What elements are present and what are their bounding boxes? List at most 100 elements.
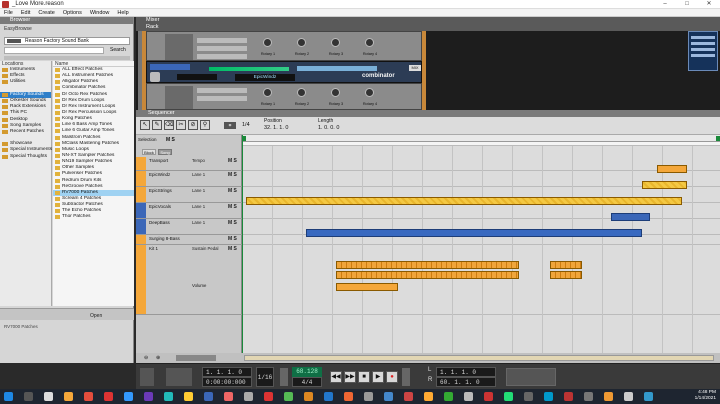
arrangement-lane[interactable] xyxy=(242,157,720,171)
app-icon[interactable] xyxy=(324,392,333,401)
menu-help[interactable]: Help xyxy=(113,9,132,17)
timeline-ruler[interactable] xyxy=(242,135,720,142)
click-panel[interactable] xyxy=(140,368,154,386)
sequencer-clip[interactable] xyxy=(306,229,642,237)
lane-name[interactable]: Lane 1 xyxy=(192,172,205,177)
sequencer-clip[interactable] xyxy=(657,165,687,173)
rack-device-lower[interactable]: Rotary 1 Rotary 2 Rotary 3 Rotary 4 xyxy=(146,83,422,110)
app-icon[interactable] xyxy=(204,392,213,401)
app-icon[interactable] xyxy=(484,392,493,401)
track-name[interactable]: Kit 1 xyxy=(149,246,158,251)
eraser-tool-icon[interactable]: ⌫ xyxy=(164,120,174,130)
maximize-button[interactable]: □ xyxy=(676,0,698,9)
play-button[interactable]: ▶ xyxy=(372,371,384,383)
sequencer-clip[interactable] xyxy=(246,197,682,205)
rewind-button[interactable]: ◀◀ xyxy=(330,371,342,383)
magnify-tool-icon[interactable]: ⚲ xyxy=(200,120,210,130)
rotary-knob[interactable] xyxy=(297,88,306,97)
loop-right-display[interactable]: 60. 1. 1. 0 xyxy=(436,377,496,387)
app-icon[interactable] xyxy=(124,392,133,401)
sequencer-clip[interactable] xyxy=(642,181,687,189)
app-icon[interactable] xyxy=(644,392,653,401)
rotary-knob[interactable] xyxy=(263,38,272,47)
loop-left-display[interactable]: 1. 1. 1. 0 xyxy=(436,367,496,377)
length-value[interactable]: 1. 0. 0. 0 xyxy=(318,125,339,131)
lane-name[interactable]: Lane 1 xyxy=(192,220,205,225)
loop-right-marker[interactable] xyxy=(716,136,720,141)
arrangement-view[interactable] xyxy=(242,135,720,353)
search-button[interactable]: Search xyxy=(110,47,126,53)
master-mute-solo[interactable]: M S xyxy=(166,137,175,143)
track-lane[interactable]: EpicStrings Lane 1 M S xyxy=(136,187,242,203)
app-icon[interactable] xyxy=(104,392,113,401)
sequencer-clip[interactable] xyxy=(550,271,582,279)
snap-toggle[interactable]: ⌗ xyxy=(224,122,236,129)
loop-toggle[interactable] xyxy=(402,368,410,386)
app-icon[interactable] xyxy=(404,392,413,401)
razor-tool-icon[interactable]: ✂ xyxy=(176,120,186,130)
rotary-knob[interactable] xyxy=(365,88,374,97)
track-lane[interactable]: Transport Tempo M S xyxy=(136,157,242,171)
arrangement-lane[interactable] xyxy=(242,245,720,315)
menu-options[interactable]: Options xyxy=(59,9,86,17)
sound-bank-selector[interactable]: Reason Factory Sound Bank xyxy=(4,37,130,45)
sequencer-clip[interactable] xyxy=(336,261,519,269)
menu-file[interactable]: File xyxy=(0,9,17,17)
arrow-tool-icon[interactable]: ↖ xyxy=(140,120,150,130)
horizontal-overview[interactable] xyxy=(244,355,714,361)
app-icon[interactable] xyxy=(604,392,613,401)
track-lane[interactable]: Surging 8-Bass M S xyxy=(136,235,242,245)
app-icon[interactable] xyxy=(144,392,153,401)
patch-name-display[interactable]: EpicWindz xyxy=(235,74,295,81)
track-lane[interactable]: EpicWindz Lane 1 M S xyxy=(136,171,242,187)
tempo-display[interactable]: 68.128 xyxy=(292,367,322,377)
rack-navigator[interactable] xyxy=(688,31,718,71)
track-name[interactable]: EpicVocals xyxy=(149,204,171,209)
sequencer-clip[interactable] xyxy=(550,261,582,269)
app-icon[interactable] xyxy=(624,392,633,401)
pencil-tool-icon[interactable]: ✎ xyxy=(152,120,162,130)
track-lane[interactable]: Kit 1 Sustain Pedal M S xyxy=(136,245,242,315)
position-value[interactable]: 32. 1. 1. 0 xyxy=(264,125,288,131)
app-icon[interactable] xyxy=(464,392,473,401)
quantize-value[interactable]: 1/16 xyxy=(256,367,274,387)
mute-solo-buttons[interactable]: M S xyxy=(228,188,237,194)
app-icon[interactable] xyxy=(524,392,533,401)
app-icon[interactable] xyxy=(364,392,373,401)
track-name[interactable]: Surging 8-Bass xyxy=(149,236,180,241)
mute-solo-buttons[interactable]: M S xyxy=(228,220,237,226)
app-icon[interactable] xyxy=(164,392,173,401)
automation-lane-label[interactable]: Volume xyxy=(192,283,206,288)
app-icon[interactable] xyxy=(344,392,353,401)
app-icon[interactable] xyxy=(224,392,233,401)
app-icon[interactable] xyxy=(284,392,293,401)
app-icon[interactable] xyxy=(384,392,393,401)
track-lane[interactable]: EpicVocals Lane 1 M S xyxy=(136,203,242,219)
loop-ruler[interactable] xyxy=(242,142,720,146)
explorer-icon[interactable] xyxy=(64,392,73,401)
app-icon[interactable] xyxy=(184,392,193,401)
search-icon[interactable] xyxy=(24,392,33,401)
mute-solo-buttons[interactable]: M S xyxy=(228,158,237,164)
snap-value[interactable]: 1/4 xyxy=(242,122,250,128)
menu-edit[interactable]: Edit xyxy=(17,9,34,17)
signature-display[interactable]: 4/4 xyxy=(292,377,322,387)
song-time-display[interactable]: 0:00:00:000 xyxy=(202,377,252,387)
rotary-knob[interactable] xyxy=(263,88,272,97)
mute-solo-buttons[interactable]: M S xyxy=(228,246,237,252)
zoom-out-icon[interactable]: ⊖ xyxy=(144,355,148,361)
app-icon[interactable] xyxy=(544,392,553,401)
app-icon[interactable] xyxy=(264,392,273,401)
mute-solo-buttons[interactable]: M S xyxy=(228,172,237,178)
rotary-knob[interactable] xyxy=(331,88,340,97)
combinator-device[interactable]: EpicWindz combinator MIX xyxy=(146,61,422,83)
location-item[interactable]: Special Thoughts xyxy=(0,154,51,160)
rotary-knob[interactable] xyxy=(297,38,306,47)
sequencer-scroll-bar[interactable]: ⊖ ⊕ xyxy=(136,353,720,363)
app-icon[interactable] xyxy=(424,392,433,401)
fast-forward-button[interactable]: ▶▶ xyxy=(344,371,356,383)
song-position-display[interactable]: 1. 1. 1. 0 xyxy=(202,367,252,377)
zoom-in-icon[interactable]: ⊕ xyxy=(156,355,160,361)
combinator-button[interactable] xyxy=(150,64,190,70)
task-view-icon[interactable] xyxy=(44,392,53,401)
